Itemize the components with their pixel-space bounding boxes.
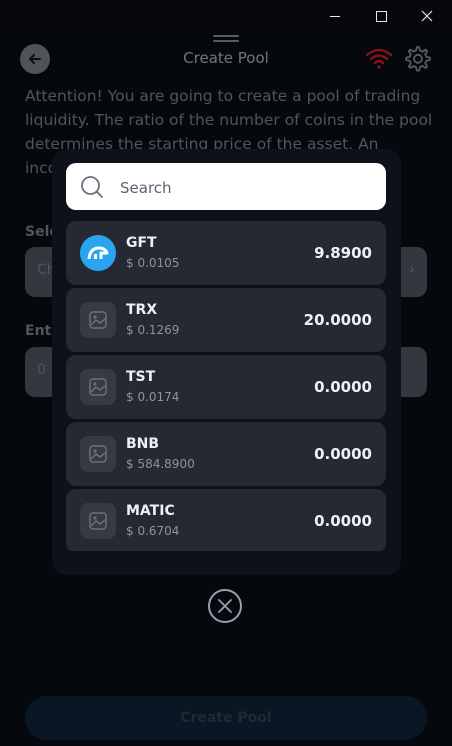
token-row-bnb[interactable]: BNB $ 584.8900 0.0000 <box>66 422 386 486</box>
token-row-tst[interactable]: TST $ 0.0174 0.0000 <box>66 355 386 419</box>
token-symbol: BNB <box>126 436 160 452</box>
token-price: $ 0.0105 <box>126 256 180 270</box>
close-icon <box>421 10 433 22</box>
maximize-icon <box>375 10 387 22</box>
image-placeholder-icon <box>80 503 116 539</box>
image-placeholder-icon <box>80 302 116 338</box>
token-balance: 0.0000 <box>314 378 372 396</box>
token-balance: 20.0000 <box>303 311 372 329</box>
token-symbol: GFT <box>126 235 157 251</box>
image-placeholder-icon <box>80 436 116 472</box>
token-row-gft[interactable]: GFT $ 0.0105 9.8900 <box>66 221 386 285</box>
window-titlebar <box>0 0 452 32</box>
token-balance: 9.8900 <box>314 244 372 262</box>
token-select-modal: GFT $ 0.0105 9.8900 TRX $ 0.1269 20.0000… <box>52 149 401 575</box>
search-input[interactable] <box>118 163 372 212</box>
minimize-icon <box>330 15 340 17</box>
minimize-button[interactable] <box>312 0 358 32</box>
token-balance: 0.0000 <box>314 512 372 530</box>
token-row-matic[interactable]: MATIC $ 0.6704 0.0000 <box>66 489 386 551</box>
token-price: $ 0.1269 <box>126 323 180 337</box>
close-icon <box>218 599 232 613</box>
token-balance: 0.0000 <box>314 445 372 463</box>
search-box[interactable] <box>66 163 386 212</box>
search-icon <box>81 176 103 198</box>
token-row-trx[interactable]: TRX $ 0.1269 20.0000 <box>66 288 386 352</box>
token-price: $ 0.6704 <box>126 524 180 538</box>
token-symbol: MATIC <box>126 503 175 519</box>
token-symbol: TST <box>126 369 156 385</box>
token-price: $ 584.8900 <box>126 457 195 471</box>
token-list[interactable]: GFT $ 0.0105 9.8900 TRX $ 0.1269 20.0000… <box>66 221 386 551</box>
token-symbol: TRX <box>126 302 158 318</box>
image-placeholder-icon <box>80 369 116 405</box>
gft-logo-icon <box>80 235 116 271</box>
maximize-button[interactable] <box>358 0 404 32</box>
token-price: $ 0.0174 <box>126 390 180 404</box>
close-window-button[interactable] <box>404 0 450 32</box>
close-modal-button[interactable] <box>208 589 242 623</box>
